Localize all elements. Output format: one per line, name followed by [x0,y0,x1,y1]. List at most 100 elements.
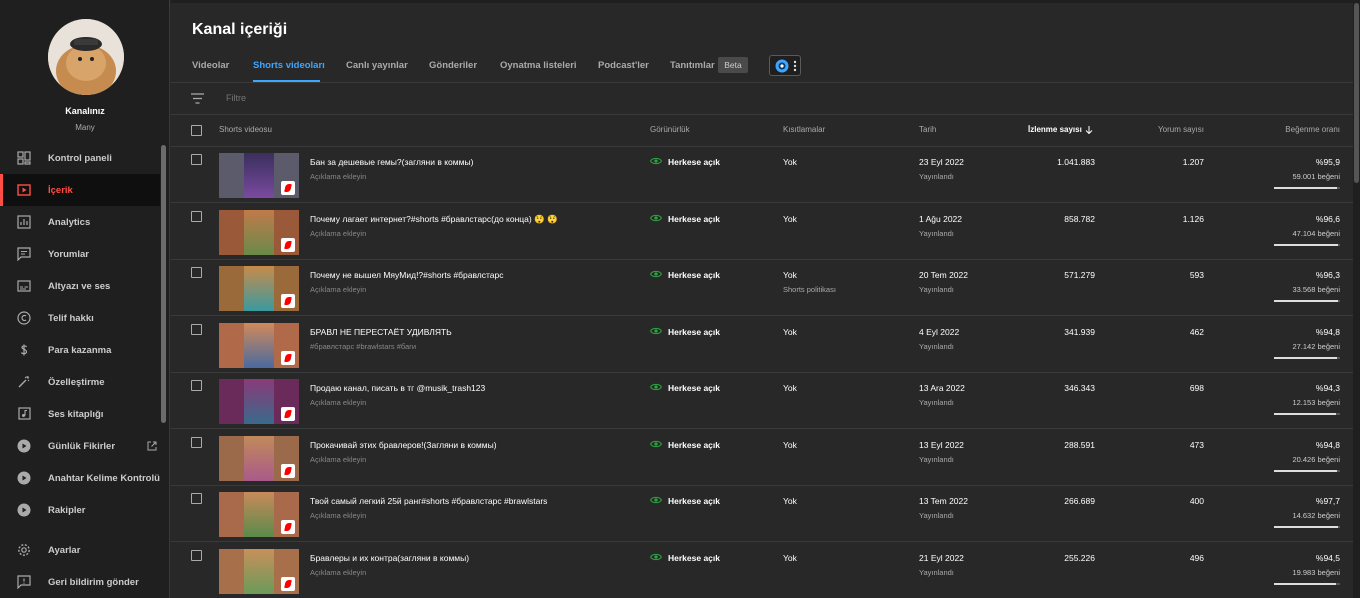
table-row[interactable]: Продаю канал, писать в тг @musik_trash12… [171,373,1360,429]
video-description[interactable]: Açıklama ekleyin [310,568,366,577]
sidebar-item-customization[interactable]: Özelleştirme [0,366,160,398]
sidebar-item-subtitles[interactable]: Altyazı ve ses [0,270,160,302]
col-views[interactable]: İzlenme sayısı [1028,125,1082,134]
table-row[interactable]: Твой самый легкий 25й ранг#shorts #бравл… [171,486,1360,542]
table-row[interactable]: Почему лагает интернет?#shorts #бравлста… [171,204,1360,260]
sidebar-item-monetization[interactable]: Para kazanma [0,334,160,366]
filter-input[interactable] [226,93,526,103]
sidebar-item-label: Anahtar Kelime Kontrolü [48,472,160,484]
col-visibility: Görünürlük [650,125,690,134]
sidebar-item-settings[interactable]: Ayarlar [0,534,160,566]
eye-icon [650,327,662,334]
visibility-value[interactable]: Herkese açık [668,553,720,563]
select-all-checkbox[interactable] [191,125,202,136]
main-scrollbar[interactable] [1353,0,1360,598]
table-row[interactable]: Прокачивай этих бравлеров!(Загляни в ком… [171,430,1360,486]
filter-icon[interactable] [191,93,204,104]
video-description[interactable]: Açıklama ekleyin [310,172,366,181]
channel-avatar[interactable] [48,19,124,95]
publish-status: Yayınlandı [919,285,954,294]
video-thumbnail[interactable] [219,548,299,594]
dashboard-icon [17,151,31,165]
visibility-value[interactable]: Herkese açık [668,383,720,393]
table-row[interactable]: Бан за дешевые гемы?(загляни в коммы) Aç… [171,147,1360,203]
tab-shorts[interactable]: Shorts videoları [253,60,325,71]
video-description[interactable]: Açıklama ekleyin [310,229,366,238]
video-title[interactable]: Продаю канал, писать в тг @musik_trash12… [310,383,485,393]
sidebar-item-analytics[interactable]: Analytics [0,206,160,238]
row-checkbox[interactable] [191,210,202,222]
row-checkbox[interactable] [191,267,202,278]
video-title[interactable]: Прокачивай этих бравлеров!(Загляни в ком… [310,440,497,450]
tab-promotions[interactable]: Tanıtımlar [670,60,715,71]
publish-date: 1 Ağu 2022 [919,213,963,224]
col-video: Shorts videosu [219,125,272,134]
video-description[interactable]: Açıklama ekleyin [310,511,366,520]
video-title[interactable]: Почему лагает интернет?#shorts #бравлста… [310,214,558,225]
main-scrollbar-thumb[interactable] [1354,3,1359,183]
video-description[interactable]: Açıklama ekleyin [310,398,366,407]
like-ratio-bar-fill [1274,243,1338,246]
video-thumbnail[interactable] [219,153,299,198]
tab-videos[interactable]: Videolar [192,60,229,71]
visibility-value[interactable]: Herkese açık [668,270,720,280]
sidebar-item-content[interactable]: İçerik [0,174,160,206]
video-thumbnail[interactable] [219,266,299,311]
content-icon [17,184,31,196]
magic-wand-icon [18,376,30,388]
extension-button[interactable] [769,55,801,76]
sidebar-item-comments[interactable]: Yorumlar [0,238,160,270]
visibility-value[interactable]: Herkese açık [668,440,720,450]
video-thumbnail[interactable] [219,435,299,481]
col-comments[interactable]: Yorum sayısı [1158,125,1204,134]
video-title[interactable]: Бан за дешевые гемы?(загляни в коммы) [310,157,473,167]
video-thumbnail[interactable] [219,322,299,368]
video-title[interactable]: Бравлеры и их контра(загляни в коммы) [310,553,469,563]
table-row[interactable]: БРАВЛ НЕ ПЕРЕСТАЁТ УДИВЛЯТЬ #бравлстарс … [171,317,1360,373]
restriction-value: Yok [783,157,797,167]
table-row[interactable]: Бравлеры и их контра(загляни в коммы) Aç… [171,543,1360,598]
views-count: 346.343 [1064,383,1095,393]
col-like-ratio[interactable]: Beğenme oranı [1285,125,1340,134]
row-checkbox[interactable] [191,380,202,391]
tab-posts[interactable]: Gönderiler [429,60,477,71]
visibility-value[interactable]: Herkese açık [668,157,720,167]
comments-count: 1.207 [1182,157,1204,167]
video-title[interactable]: Почему не вышел МяуМид!?#shorts #бравлст… [310,270,503,280]
col-date[interactable]: Tarih [919,125,936,134]
visibility-value[interactable]: Herkese açık [668,214,720,224]
video-title[interactable]: Твой самый легкий 25й ранг#shorts #бравл… [310,496,547,506]
tab-playlists[interactable]: Oynatma listeleri [500,60,577,71]
video-description[interactable]: Açıklama ekleyin [310,285,366,294]
video-description[interactable]: Açıklama ekleyin [310,455,366,464]
row-checkbox[interactable] [191,549,202,561]
restriction-detail[interactable]: Shorts politikası [783,285,836,294]
row-checkbox[interactable] [191,323,202,335]
publish-status: Yayınlandı [919,228,954,238]
sidebar-item-dashboard[interactable]: Kontrol paneli [0,142,160,174]
row-checkbox[interactable] [191,493,202,504]
sidebar-item-daily-ideas[interactable]: Günlük Fikirler [0,430,160,462]
visibility-value[interactable]: Herkese açık [668,327,720,337]
sidebar-scrollbar[interactable] [161,145,166,423]
video-thumbnail[interactable] [219,492,299,537]
video-title[interactable]: БРАВЛ НЕ ПЕРЕСТАЁТ УДИВЛЯТЬ [310,327,452,337]
video-description[interactable]: #бравлстарс #brawlstars #баги [310,342,416,351]
sidebar-item-keyword-check[interactable]: Anahtar Kelime Kontrolü [0,462,160,494]
video-thumbnail[interactable] [219,209,299,255]
page-title: Kanal içeriği [192,21,288,38]
tab-podcasts[interactable]: Podcast'ler [598,60,649,71]
table-row[interactable]: Почему не вышел МяуМид!?#shorts #бравлст… [171,260,1360,316]
sidebar-item-copyright[interactable]: Telif hakkı [0,302,160,334]
sidebar-item-feedback[interactable]: Geri bildirim gönder [0,566,160,598]
row-checkbox[interactable] [191,436,202,448]
publish-status: Yayınlandı [919,454,954,464]
row-checkbox[interactable] [191,154,202,165]
video-thumbnail[interactable] [219,379,299,424]
tab-live[interactable]: Canlı yayınlar [346,60,408,71]
sidebar-item-competitors[interactable]: Rakipler [0,494,160,526]
sort-arrow-down-icon[interactable] [1085,126,1093,134]
visibility-value[interactable]: Herkese açık [668,496,720,506]
thumbnail-frame [244,548,274,594]
sidebar-item-audio-library[interactable]: Ses kitaplığı [0,398,160,430]
